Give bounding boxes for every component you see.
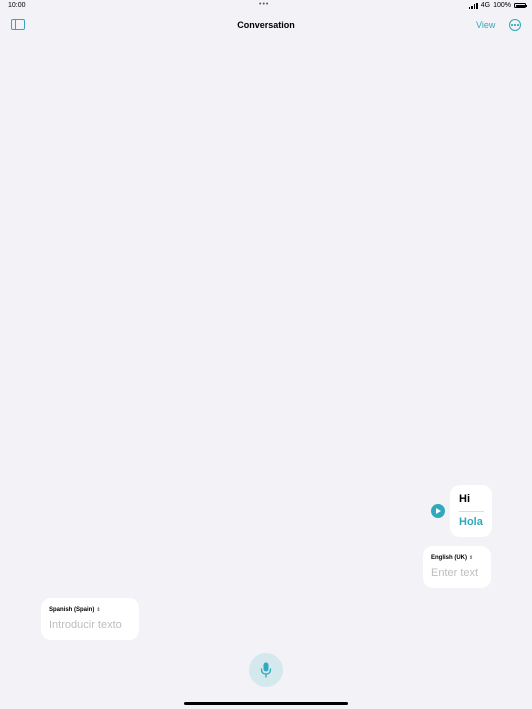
battery-icon	[514, 3, 527, 8]
microphone-button[interactable]	[249, 653, 283, 687]
spanish-language-selector[interactable]: Spanish (Spain) ⇕	[49, 607, 101, 613]
english-text-field[interactable]: Enter text	[431, 567, 478, 579]
battery-percent: 100%	[493, 2, 511, 9]
status-time: 10:00	[8, 2, 26, 9]
signal-icon	[468, 2, 478, 9]
status-bar: 10:00 ••• 4G 100%	[0, 0, 532, 14]
translation-bubble[interactable]: Hi Hola	[450, 485, 492, 537]
view-button[interactable]: View	[476, 20, 495, 30]
english-language-label: English (UK)	[431, 555, 467, 561]
status-indicators: 4G 100%	[468, 2, 527, 9]
spanish-language-label: Spanish (Spain)	[49, 607, 95, 613]
microphone-icon	[260, 662, 272, 678]
page-title: Conversation	[237, 20, 295, 30]
chevron-updown-icon: ⇕	[469, 555, 474, 561]
source-text: Hi	[459, 493, 470, 505]
chevron-updown-icon: ⇕	[96, 607, 101, 613]
network-type: 4G	[480, 2, 491, 9]
more-icon[interactable]	[509, 19, 521, 31]
spanish-text-field[interactable]: Introducir texto	[49, 619, 122, 631]
english-language-selector[interactable]: English (UK) ⇕	[431, 555, 473, 561]
play-icon[interactable]	[431, 504, 445, 518]
english-input-bubble[interactable]: English (UK) ⇕ Enter text	[423, 546, 491, 588]
bubble-divider	[459, 511, 484, 512]
home-indicator[interactable]	[184, 702, 348, 705]
multitasking-dots-icon[interactable]: •••	[259, 1, 269, 8]
translated-text: Hola	[459, 516, 483, 528]
spanish-input-bubble[interactable]: Spanish (Spain) ⇕ Introducir texto	[41, 598, 139, 640]
battery-fill	[515, 4, 525, 7]
navigation-bar: Conversation View	[0, 14, 532, 38]
